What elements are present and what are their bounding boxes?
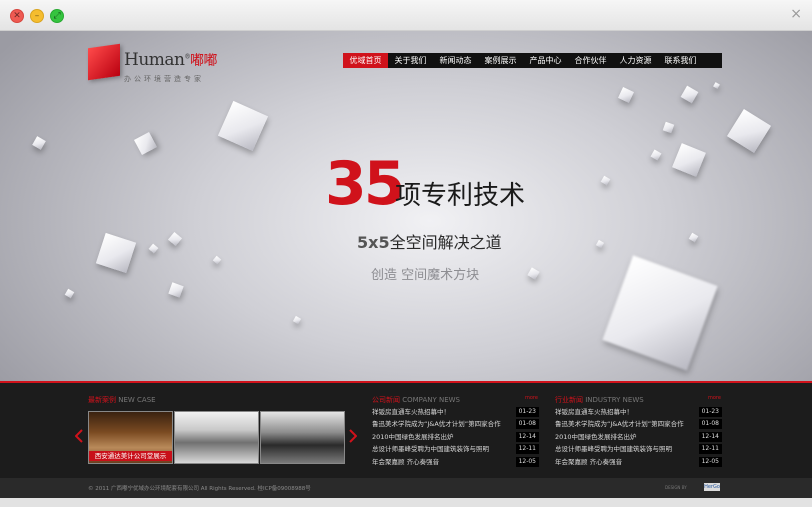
decor-cube <box>217 100 269 152</box>
maximize-icon: ⤢ <box>53 11 61 21</box>
news-item[interactable]: 2010中国绿色发展排名出炉 12-14 <box>372 431 539 443</box>
news-item[interactable]: 年会聚嘉顾 齐心奏强音 12-05 <box>555 456 722 468</box>
news-item[interactable]: 2010中国绿色发展排名出炉 12-14 <box>555 431 722 443</box>
browser-titlebar: ✕ – ⤢ × <box>0 0 812 31</box>
nav-item-hr[interactable]: 人力资源 <box>613 53 658 68</box>
decor-cube <box>618 87 634 103</box>
decor-cube <box>662 121 675 134</box>
company-news-more-link[interactable]: more <box>525 395 538 401</box>
decor-cube <box>650 149 662 161</box>
nav-item-contact[interactable]: 联系我们 <box>658 53 703 68</box>
news-item[interactable]: 鲁迅美术学院成为“J&A优才计划”第四家合作 01-08 <box>372 418 539 430</box>
news-item[interactable]: 总设计师墨峰受聘为中国建筑装饰与照明 12-11 <box>555 443 722 455</box>
news-item[interactable]: 总设计师墨峰受聘为中国建筑装饰与照明 12-11 <box>372 443 539 455</box>
designer-badge[interactable]: HerGo <box>704 483 720 491</box>
banner-headline: 35 项专利技术 <box>325 151 585 221</box>
chevron-right-icon <box>349 429 358 443</box>
decor-cube <box>134 132 157 155</box>
nav-item-cases[interactable]: 案例展示 <box>478 53 523 68</box>
site-logo[interactable]: Human®嘟嘟 办公环境营造专家 <box>88 43 218 94</box>
nav-item-news[interactable]: 新闻动态 <box>433 53 478 68</box>
maximize-window-button[interactable]: ⤢ <box>50 9 64 23</box>
company-news-list: 祥钣房直通车火热招幕中！ 01-23 鲁迅美术学院成为“J&A优才计划”第四家合作… <box>372 406 539 468</box>
news-item[interactable]: 祥钣房直通车火热招幕中！ 01-23 <box>372 406 539 418</box>
logo-wordmark: Human®嘟嘟 <box>124 50 217 70</box>
decor-cube <box>713 82 720 89</box>
case-caption: 西安通达美计公司堂展示 <box>89 451 172 461</box>
decor-cube <box>64 288 75 299</box>
news-item[interactable]: 鲁迅美术学院成为“J&A优才计划”第四家合作 01-08 <box>555 418 722 430</box>
banner-subtitle: 5x5全空间解决之道 <box>357 233 502 252</box>
decor-cube <box>595 239 605 249</box>
site-footer: © 2011 广西嘟宁优域办公环境配套有限公司 All Rights Reser… <box>0 478 812 498</box>
nav-item-home[interactable]: 优域首页 <box>343 53 388 68</box>
industry-news-more-link[interactable]: more <box>708 395 721 401</box>
decor-cube <box>680 85 699 104</box>
nav-item-about[interactable]: 关于我们 <box>388 53 433 68</box>
chevron-left-icon <box>74 429 83 443</box>
decor-cube <box>602 255 718 371</box>
browser-bottom-strip <box>0 498 812 507</box>
decor-cube <box>688 232 699 243</box>
company-news-heading: 公司新闻 COMPANY NEWS <box>372 396 460 404</box>
news-item[interactable]: 年会聚嘉顾 齐心奏强音 12-05 <box>372 456 539 468</box>
decor-cube <box>212 255 222 265</box>
main-nav: 优域首页 关于我们 新闻动态 案例展示 产品中心 合作伙伴 人力资源 联系我们 <box>343 53 722 68</box>
decor-cube <box>527 267 540 280</box>
decor-cube <box>292 315 302 325</box>
close-icon: ✕ <box>13 11 21 21</box>
decor-cube <box>148 243 159 254</box>
decor-cube <box>168 282 184 298</box>
hero-banner: Human®嘟嘟 办公环境营造专家 优域首页 关于我们 新闻动态 案例展示 产品… <box>0 31 812 381</box>
case-thumbnail[interactable] <box>260 411 345 464</box>
case-thumbnail[interactable] <box>174 411 259 464</box>
banner-tagline: 创造 空间魔术方块 <box>371 268 480 283</box>
footer-design-credit: DESIGN BY <box>665 485 687 490</box>
decor-cube <box>726 108 772 154</box>
close-tab-icon[interactable]: × <box>790 6 802 22</box>
case-thumbnail[interactable]: 西安通达美计公司堂展示 <box>88 411 173 464</box>
decor-cube <box>672 143 706 177</box>
minimize-window-button[interactable]: – <box>30 9 44 23</box>
headline-text: 项专利技术 <box>395 181 526 211</box>
industry-news-heading: 行业新闻 INDUSTRY NEWS <box>555 396 644 404</box>
nav-item-partners[interactable]: 合作伙伴 <box>568 53 613 68</box>
logo-slogan: 办公环境营造专家 <box>124 75 204 83</box>
footer-copyright: © 2011 广西嘟宁优域办公环境配套有限公司 All Rights Reser… <box>88 486 311 492</box>
nav-item-products[interactable]: 产品中心 <box>523 53 568 68</box>
industry-news-list: 祥钣房直通车火热招幕中！ 01-23 鲁迅美术学院成为“J&A优才计划”第四家合作… <box>555 406 722 468</box>
content-section: 最新案例 NEW CASE 西安通达美计公司堂展示 公司新闻 COMPANY N… <box>0 383 812 478</box>
minimize-icon: – <box>34 11 40 21</box>
cases-prev-button[interactable] <box>74 428 83 447</box>
cases-heading: 最新案例 NEW CASE <box>88 396 156 404</box>
patent-count: 35 <box>325 149 405 219</box>
decor-cube <box>32 136 46 150</box>
close-window-button[interactable]: ✕ <box>10 9 24 23</box>
cases-next-button[interactable] <box>349 428 358 447</box>
news-item[interactable]: 祥钣房直通车火热招幕中！ 01-23 <box>555 406 722 418</box>
decor-cube <box>167 231 183 247</box>
decor-cube <box>600 175 611 186</box>
decor-cube <box>95 232 137 274</box>
logo-cube-icon <box>88 43 120 81</box>
